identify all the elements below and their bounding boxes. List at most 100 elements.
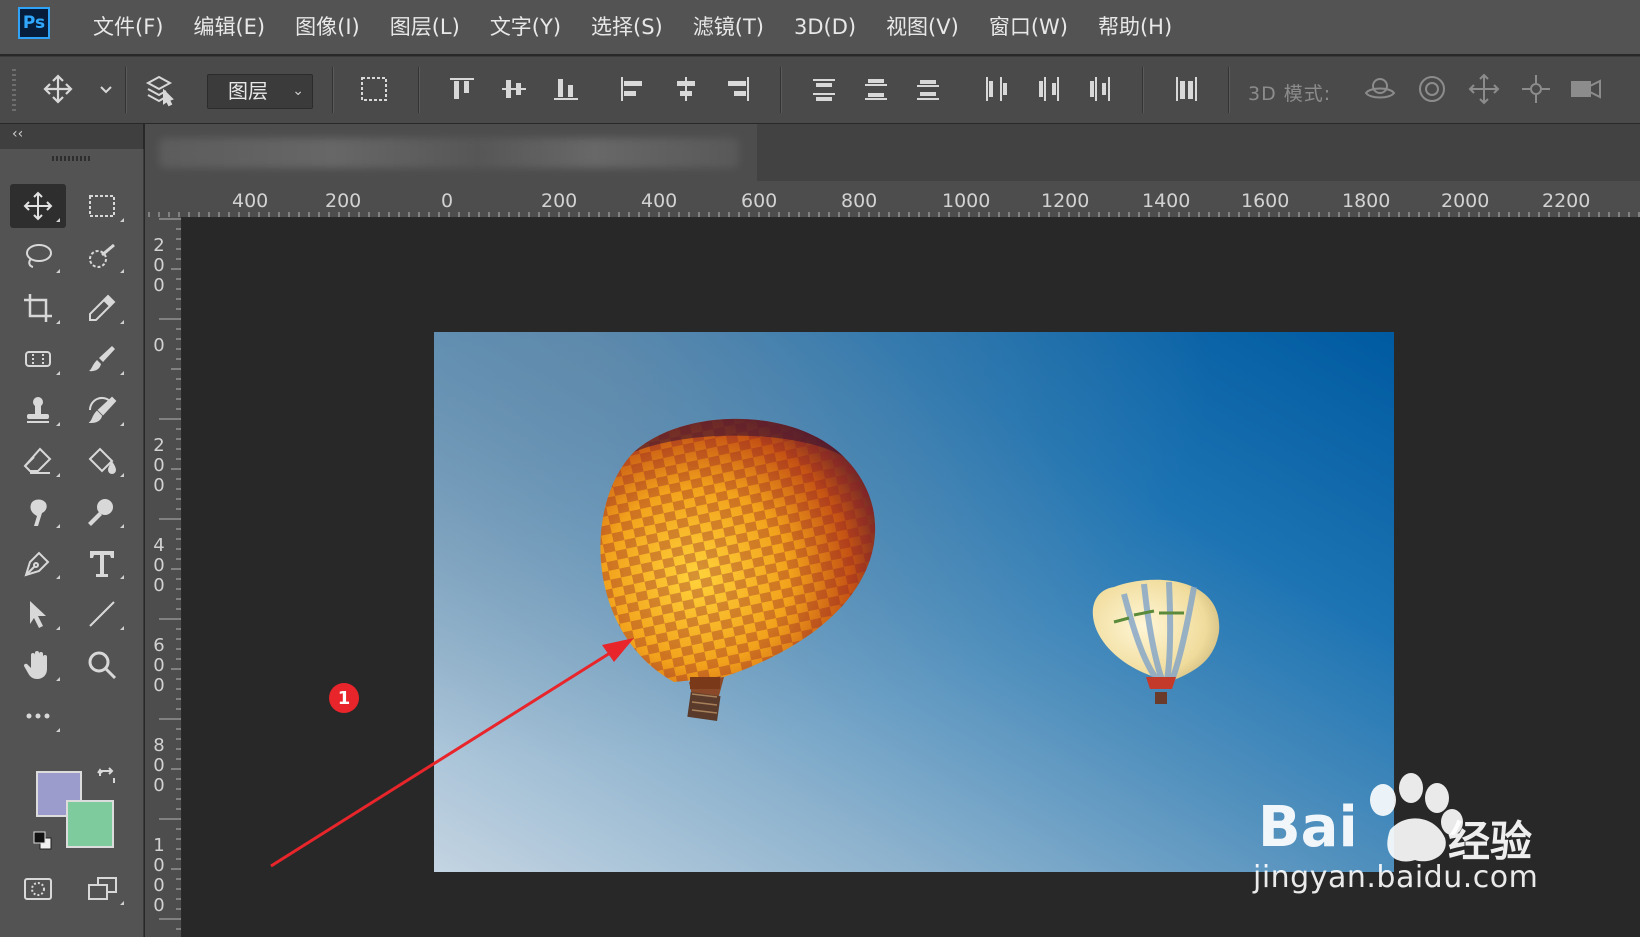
screen-mode-button[interactable] <box>74 867 130 911</box>
ruler-label: 1800 <box>1342 190 1391 212</box>
hand-icon <box>23 651 47 679</box>
align-horizontal-center-icon[interactable] <box>668 71 704 107</box>
path-selection-tool[interactable] <box>10 592 66 636</box>
menu-select[interactable]: 选择(S) <box>576 0 678 54</box>
baidu-watermark-logo: Bai <box>1258 795 1358 860</box>
menu-filter[interactable]: 滤镜(T) <box>678 0 779 54</box>
eyedropper-tool[interactable] <box>74 286 130 330</box>
lasso-tool[interactable] <box>10 235 66 279</box>
eraser-icon <box>23 447 52 474</box>
transform-controls-icon[interactable] <box>356 71 392 107</box>
collapse-icon[interactable]: ‹‹ <box>12 126 23 142</box>
ruler-label: 2000 <box>1441 190 1490 212</box>
menu-image[interactable]: 图像(I) <box>280 0 375 54</box>
align-right-icon[interactable] <box>720 71 756 107</box>
auto-select-target-dropdown[interactable]: 图层 ⌄ <box>207 74 313 109</box>
menu-layer[interactable]: 图层(L) <box>375 0 475 54</box>
menu-window[interactable]: 窗口(W) <box>974 0 1083 54</box>
document-tab-bar <box>145 124 1640 181</box>
background-color-swatch[interactable] <box>66 800 114 848</box>
distribute-left-icon[interactable] <box>978 71 1014 107</box>
ruler-label: 2 <box>153 235 165 256</box>
swap-colors-icon[interactable] <box>96 766 118 788</box>
tools-panel-grip[interactable] <box>52 156 90 161</box>
line-tool[interactable] <box>74 592 130 636</box>
step-badge: 1 <box>329 683 359 713</box>
ruler-label: 6 <box>153 635 165 656</box>
pen-tool[interactable] <box>10 541 66 585</box>
brush-icon <box>89 346 115 372</box>
history-brush-tool[interactable] <box>74 388 130 432</box>
smudge-tool[interactable] <box>10 490 66 534</box>
menu-help[interactable]: 帮助(H) <box>1083 0 1187 54</box>
menu-3d[interactable]: 3D(D) <box>779 0 871 54</box>
ruler-label: 0 <box>441 190 454 212</box>
distribute-horizontal-center-icon[interactable] <box>1030 71 1066 107</box>
move-tool-preset-icon[interactable] <box>40 71 76 107</box>
bucket-icon <box>88 447 117 474</box>
document-tab[interactable] <box>145 124 757 181</box>
auto-select-icon[interactable] <box>142 71 178 107</box>
brush-tool[interactable] <box>74 337 130 381</box>
quick-mask-button[interactable] <box>10 867 66 911</box>
ruler-label: 400 <box>232 190 269 212</box>
menu-file[interactable]: 文件(F) <box>78 0 178 54</box>
lasso-icon <box>26 244 52 268</box>
distribute-top-icon[interactable] <box>806 71 842 107</box>
3d-camera-icon[interactable] <box>1568 71 1604 107</box>
distribute-right-icon[interactable] <box>1082 71 1118 107</box>
hand-tool[interactable] <box>10 643 66 687</box>
rectangular-marquee-tool[interactable] <box>74 184 130 228</box>
menu-items: 文件(F) 编辑(E) 图像(I) 图层(L) 文字(Y) 选择(S) 滤镜(T… <box>78 0 1187 54</box>
quick-selection-tool[interactable] <box>74 235 130 279</box>
horizontal-ruler[interactable]: 400 200 0 200 400 600 800 1000 1200 1400… <box>145 181 1640 218</box>
eyedropper-icon <box>89 294 116 321</box>
menu-view[interactable]: 视图(V) <box>871 0 974 54</box>
chevron-down-icon[interactable] <box>88 71 112 107</box>
menu-edit[interactable]: 编辑(E) <box>178 0 280 54</box>
type-tool[interactable] <box>74 541 130 585</box>
align-vertical-center-icon[interactable] <box>496 71 532 107</box>
document-tab-title-blurred <box>159 138 739 168</box>
ruler-label: 0 <box>153 575 165 596</box>
3d-pan-icon[interactable] <box>1466 71 1502 107</box>
options-bar-grip[interactable] <box>12 69 16 113</box>
paint-bucket-tool[interactable] <box>74 439 130 483</box>
move-tool[interactable] <box>10 184 66 228</box>
align-top-icon[interactable] <box>444 71 480 107</box>
edit-toolbar-button[interactable] <box>10 694 66 738</box>
menu-type[interactable]: 文字(Y) <box>475 0 576 54</box>
ruler-label: 1 <box>153 835 165 856</box>
distribute-vertical-center-icon[interactable] <box>858 71 894 107</box>
vertical-ruler[interactable]: 2 0 0 0 2 0 0 4 0 0 6 0 0 8 0 0 1 0 0 0 <box>145 217 182 937</box>
healing-brush-tool[interactable] <box>10 337 66 381</box>
ruler-label: 4 <box>153 535 165 556</box>
dodge-icon <box>88 499 113 526</box>
distribute-bottom-icon[interactable] <box>910 71 946 107</box>
document-image[interactable] <box>434 332 1394 872</box>
3d-slide-icon[interactable] <box>1518 71 1554 107</box>
dodge-tool[interactable] <box>74 490 130 534</box>
3d-roll-icon[interactable] <box>1414 71 1450 107</box>
align-bottom-icon[interactable] <box>548 71 584 107</box>
ruler-label: 0 <box>153 555 165 576</box>
eraser-tool[interactable] <box>10 439 66 483</box>
zoom-icon <box>88 651 117 680</box>
tools-panel-header: ‹‹ <box>0 124 143 149</box>
move-icon <box>23 191 53 221</box>
ruler-label: 400 <box>641 190 678 212</box>
photoshop-logo[interactable]: Ps <box>18 7 50 39</box>
zoom-tool[interactable] <box>74 643 130 687</box>
distribute-spacing-icon[interactable] <box>1168 71 1204 107</box>
clone-stamp-tool[interactable] <box>10 388 66 432</box>
align-left-icon[interactable] <box>614 71 650 107</box>
default-colors-icon[interactable] <box>32 830 54 852</box>
ruler-label: 200 <box>325 190 362 212</box>
hot-air-balloons-image <box>600 418 1220 721</box>
crop-icon <box>24 294 52 322</box>
pen-icon <box>24 551 50 577</box>
ruler-label: 0 <box>153 775 165 796</box>
ruler-label: 200 <box>541 190 578 212</box>
crop-tool[interactable] <box>10 286 66 330</box>
3d-orbit-icon[interactable] <box>1362 71 1398 107</box>
